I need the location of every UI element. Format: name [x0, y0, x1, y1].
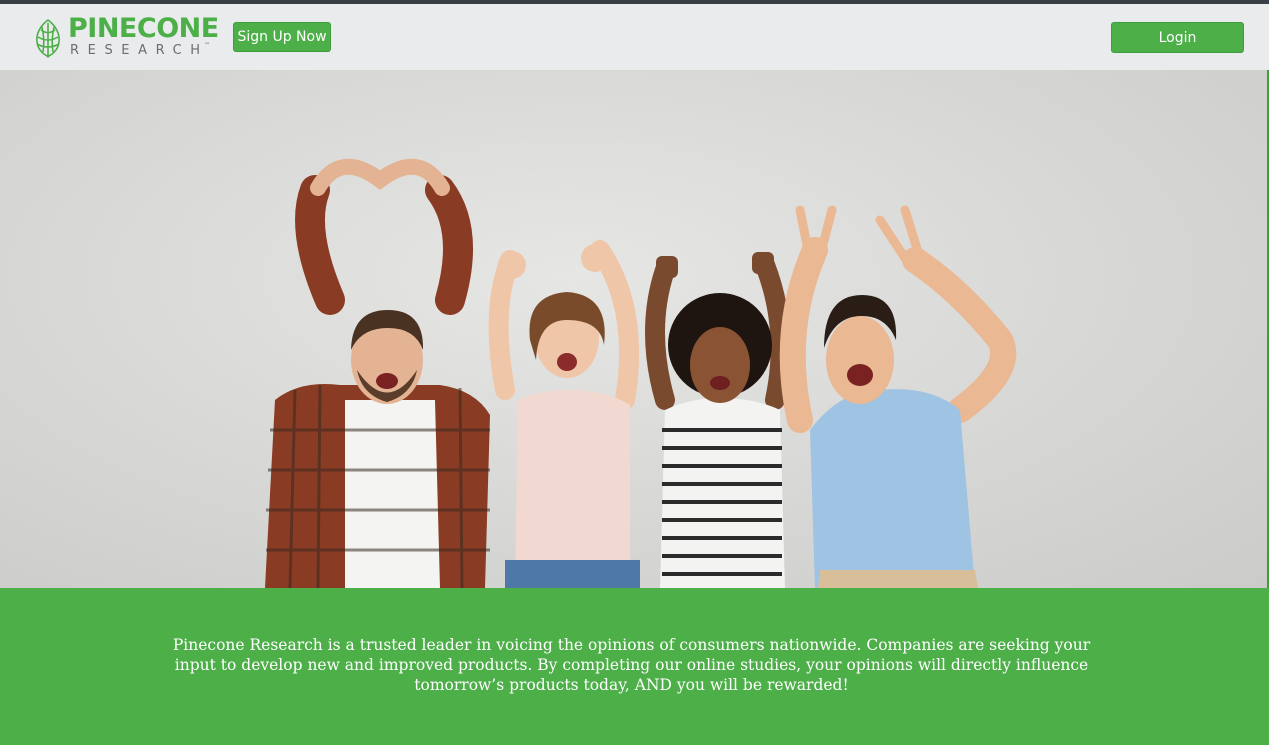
sign-up-button[interactable]: Sign Up Now [233, 22, 331, 52]
pinecone-logo[interactable]: PINECONE RESEARCH ™ [32, 13, 219, 60]
intro-band: Pinecone Research is a trusted leader in… [0, 588, 1269, 745]
logo-trademark: ™ [204, 42, 210, 49]
logo-wordmark: PINECONE [68, 13, 219, 44]
intro-text: Pinecone Research is a trusted leader in… [172, 636, 1091, 694]
navbar: PINECONE RESEARCH ™ Sign Up Now Login [0, 4, 1269, 70]
person-plaid-shirt [265, 158, 490, 588]
login-button[interactable]: Login [1111, 22, 1244, 53]
hero-image [0, 70, 1269, 588]
cheering-people-illustration [265, 158, 1017, 588]
logo-subtitle: RESEARCH [70, 43, 209, 58]
person-blue-tee [779, 205, 1017, 588]
person-pink-top [488, 240, 640, 588]
person-striped-shirt [645, 252, 791, 588]
pinecone-icon [36, 18, 60, 58]
